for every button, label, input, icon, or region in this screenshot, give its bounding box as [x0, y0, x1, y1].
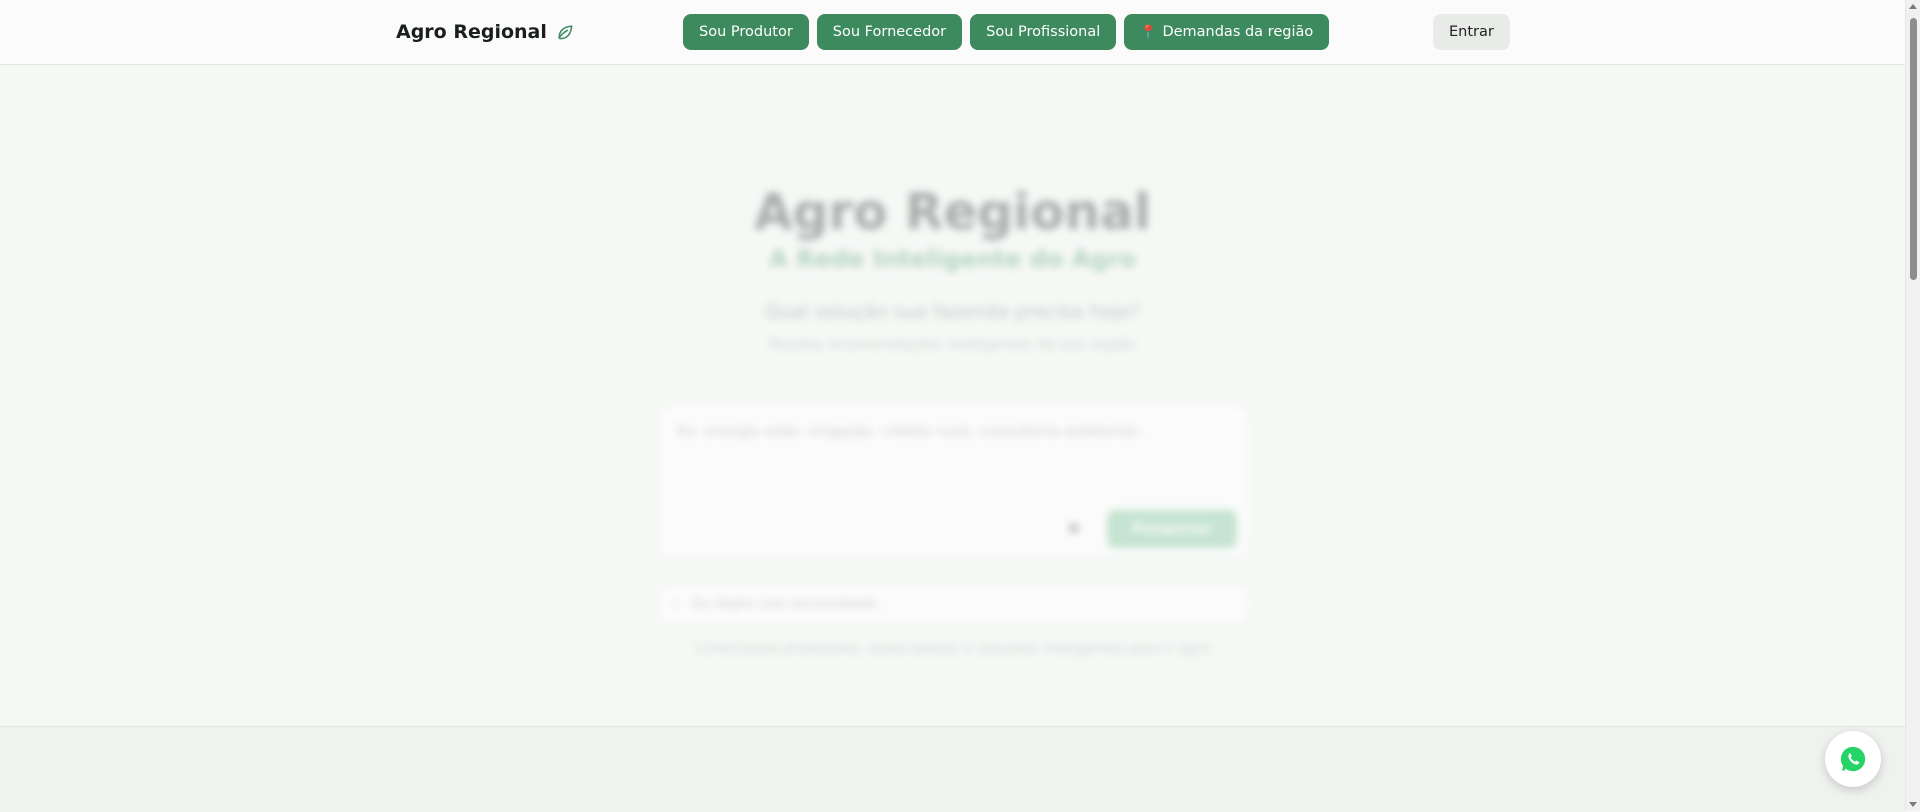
login-button[interactable]: Entrar — [1433, 14, 1510, 50]
nav-demandas-button[interactable]: 📍 Demandas da região — [1124, 14, 1330, 50]
search-submit-button[interactable]: Pesquisar — [1107, 510, 1237, 548]
mini-search: ⌕ — [658, 585, 1250, 623]
lower-section — [0, 726, 1905, 812]
nav-fornecedor-button[interactable]: Sou Fornecedor — [816, 14, 963, 50]
brand-logo[interactable]: Agro Regional — [396, 19, 575, 45]
attach-icon[interactable]: ✱ — [1059, 514, 1089, 544]
scroll-up-icon[interactable] — [1909, 4, 1917, 9]
hero-question: Qual solução sua fazenda precisa hoje? — [764, 301, 1141, 323]
search-icon: ⌕ — [673, 596, 681, 612]
hero-subtitle: A Rede Inteligente do Agro — [769, 245, 1136, 273]
scroll-down-icon[interactable] — [1909, 802, 1917, 807]
brand-name: Agro Regional — [396, 21, 547, 43]
whatsapp-icon — [1840, 746, 1866, 772]
mini-search-input[interactable] — [688, 595, 1249, 613]
page-scrollbar[interactable] — [1905, 0, 1920, 811]
whatsapp-button[interactable] — [1825, 731, 1881, 787]
hero-note: Receba recomendações inteligentes da sua… — [769, 337, 1136, 353]
nav-profissional-button[interactable]: Sou Profissional — [970, 14, 1117, 50]
scroll-thumb[interactable] — [1910, 18, 1917, 280]
nav-produtor-button[interactable]: Sou Produtor — [683, 14, 809, 50]
main-nav: Sou Produtor Sou Fornecedor Sou Profissi… — [683, 14, 1330, 50]
hero-footer-text: Conectando produtores, especialistas e s… — [695, 641, 1210, 657]
hero-title: Agro Regional — [753, 183, 1152, 241]
leaf-icon — [558, 25, 573, 40]
hero-section-blurred: Agro Regional A Rede Inteligente do Agro… — [0, 65, 1905, 725]
nav-demandas-label: Demandas da região — [1162, 24, 1314, 40]
ask-input[interactable] — [675, 422, 1229, 486]
map-pin-icon: 📍 — [1140, 24, 1157, 40]
ask-box: ✱ Pesquisar — [658, 405, 1250, 557]
top-header: Agro Regional Sou Produtor Sou Fornecedo… — [0, 0, 1905, 65]
